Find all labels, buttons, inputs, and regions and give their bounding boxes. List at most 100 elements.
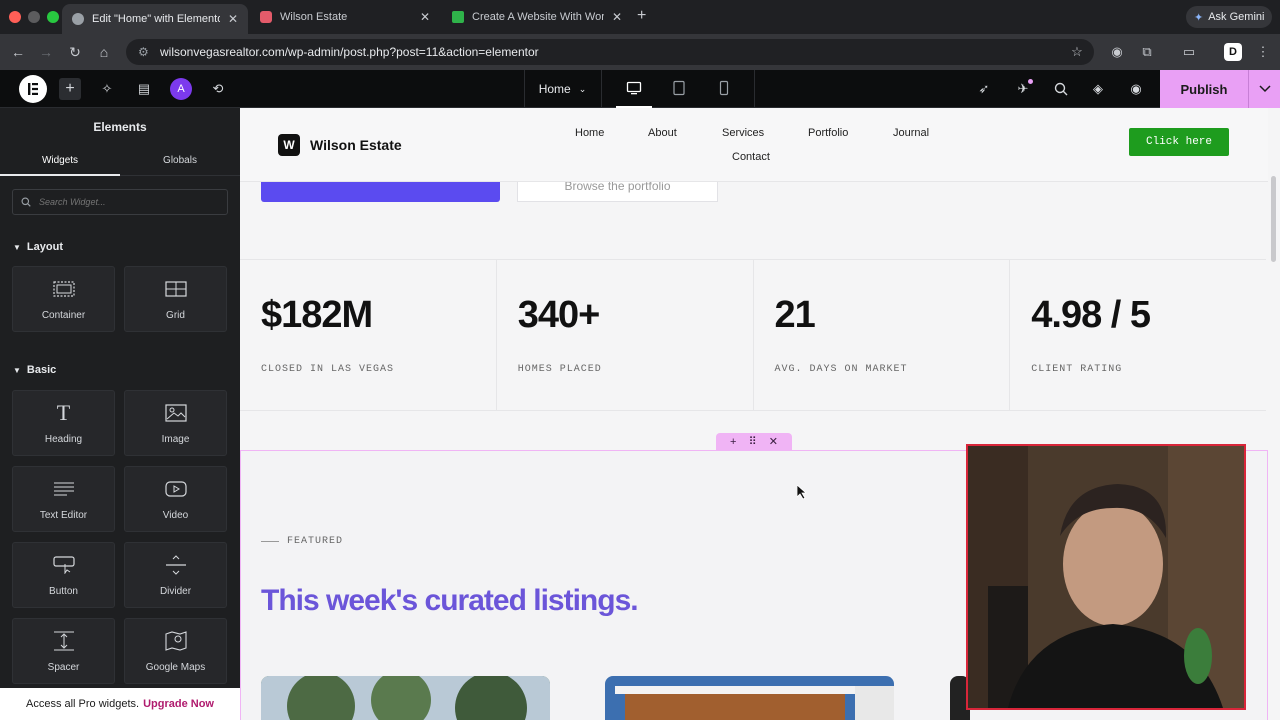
- tab-globals[interactable]: Globals: [120, 146, 240, 176]
- maximize-window-button[interactable]: [47, 11, 59, 23]
- widget-heading[interactable]: T Heading: [12, 390, 115, 456]
- widget-container[interactable]: Container: [12, 266, 115, 332]
- tab-widgets[interactable]: Widgets: [0, 146, 120, 176]
- close-tab-icon[interactable]: ✕: [420, 10, 430, 24]
- site-info-icon[interactable]: ⚙: [138, 45, 150, 59]
- stat-homes[interactable]: 340+ HOMES PLACED: [497, 260, 754, 410]
- tab-edit-home[interactable]: Edit "Home" with Elementor ✕: [62, 4, 248, 34]
- stat-days[interactable]: 21 AVG. DAYS ON MARKET: [754, 260, 1011, 410]
- close-window-button[interactable]: [9, 11, 21, 23]
- stat-value: 21: [774, 294, 816, 336]
- layers-icon[interactable]: ◈: [1087, 78, 1109, 100]
- stat-label: CLIENT RATING: [1031, 364, 1123, 375]
- google-maps-icon: [164, 630, 187, 652]
- preview-eye-icon[interactable]: ◉: [1125, 78, 1147, 100]
- chevron-down-icon: ⌄: [578, 83, 587, 94]
- panel-title: Elements: [93, 120, 147, 134]
- upgrade-now-link[interactable]: Upgrade Now: [143, 698, 214, 710]
- widget-label: Container: [41, 309, 86, 321]
- site-name[interactable]: Wilson Estate: [310, 137, 402, 153]
- widget-spacer[interactable]: Spacer: [12, 618, 115, 684]
- category-basic[interactable]: ▼ Basic: [13, 364, 56, 376]
- stat-closed[interactable]: $182M CLOSED IN LAS VEGAS: [240, 260, 497, 410]
- widget-grid[interactable]: Grid: [124, 266, 227, 332]
- featured-headline[interactable]: This week's curated listings.: [261, 584, 639, 618]
- launch-rocket-icon[interactable]: ➶: [973, 78, 995, 100]
- nav-journal[interactable]: Journal: [893, 127, 929, 139]
- eyebrow-text: FEATURED: [287, 536, 344, 547]
- notifications-rocket-icon[interactable]: ✈: [1012, 78, 1034, 100]
- structure-pages-icon[interactable]: ▤: [133, 78, 155, 100]
- site-header[interactable]: W Wilson Estate Home About Services Port…: [240, 108, 1268, 182]
- tablet-icon[interactable]: [671, 80, 687, 96]
- hero-primary-button[interactable]: [261, 182, 500, 202]
- canvas-scrollbar[interactable]: [1271, 176, 1276, 262]
- nav-portfolio[interactable]: Portfolio: [808, 127, 848, 139]
- extensions-puzzle-icon[interactable]: ⧉: [1138, 43, 1156, 61]
- forward-arrow-icon[interactable]: →: [36, 42, 56, 62]
- mobile-icon[interactable]: [716, 80, 732, 96]
- hero-secondary-button[interactable]: Browse the portfolio: [517, 182, 718, 202]
- add-element-icon[interactable]: +: [59, 78, 81, 100]
- widget-image[interactable]: Image: [124, 390, 227, 456]
- widget-text-editor[interactable]: Text Editor: [12, 466, 115, 532]
- category-label: Basic: [26, 364, 57, 376]
- widget-video[interactable]: Video: [124, 466, 227, 532]
- close-tab-icon[interactable]: ✕: [228, 12, 238, 26]
- widget-divider[interactable]: Divider: [124, 542, 227, 608]
- new-tab-icon[interactable]: +: [637, 7, 646, 25]
- stat-rating[interactable]: 4.98 / 5 CLIENT RATING: [1010, 260, 1266, 410]
- webcam-overlay: [966, 444, 1246, 710]
- listing-card-1[interactable]: [261, 676, 550, 720]
- publish-options-chevron-icon[interactable]: [1248, 70, 1280, 108]
- search-icon[interactable]: [1050, 78, 1072, 100]
- tab-wilson-estate[interactable]: Wilson Estate ✕: [250, 4, 440, 30]
- category-layout[interactable]: ▼ Layout: [13, 241, 63, 253]
- back-arrow-icon[interactable]: ←: [8, 42, 28, 62]
- listing-card-2[interactable]: [605, 676, 894, 720]
- widget-label: Heading: [44, 433, 83, 445]
- close-tab-icon[interactable]: ✕: [612, 10, 622, 24]
- more-menu-icon[interactable]: ⋮: [1254, 43, 1272, 61]
- site-settings-icon[interactable]: ✧: [96, 78, 118, 100]
- button-icon: [52, 554, 75, 576]
- page-selector[interactable]: Home ⌄: [524, 70, 600, 108]
- caret-down-icon: ▼: [13, 242, 21, 252]
- delete-section-icon[interactable]: ✕: [769, 435, 778, 448]
- add-section-icon[interactable]: +: [730, 436, 736, 448]
- upgrade-pro-banner: Access all Pro widgets. Upgrade Now: [0, 688, 240, 720]
- nav-services[interactable]: Services: [722, 127, 764, 139]
- widget-label: Text Editor: [39, 509, 88, 521]
- history-icon[interactable]: ⟲: [207, 78, 229, 100]
- minimize-window-button[interactable]: [28, 11, 40, 23]
- search-input[interactable]: [39, 197, 219, 207]
- profile-avatar[interactable]: D: [1224, 43, 1242, 61]
- widget-search[interactable]: [12, 189, 228, 215]
- address-bar[interactable]: ⚙ wilsonvegasrealtor.com/wp-admin/post.p…: [126, 39, 1094, 65]
- nav-contact[interactable]: Contact: [732, 151, 770, 163]
- side-panel-icon[interactable]: ▭: [1180, 43, 1198, 61]
- bookmark-star-icon[interactable]: ☆: [1068, 43, 1086, 61]
- section-handle[interactable]: + ⠿ ✕: [716, 433, 792, 450]
- home-icon[interactable]: ⌂: [94, 42, 114, 62]
- elementor-top-bar: + ✧ ▤ A ⟲ Home ⌄ ➶ ✈ ◈ ◉ Publish: [0, 70, 1280, 108]
- site-logo-icon[interactable]: W: [278, 134, 300, 156]
- camera-extension-icon[interactable]: ◉: [1108, 43, 1126, 61]
- tab-create-website[interactable]: Create A Website With WordPress ✕: [442, 4, 632, 30]
- elementor-logo-icon[interactable]: [19, 75, 47, 103]
- widget-google-maps[interactable]: Google Maps: [124, 618, 227, 684]
- ask-gemini-button[interactable]: ✦ Ask Gemini: [1186, 6, 1273, 28]
- reload-icon[interactable]: ↻: [65, 42, 85, 62]
- widget-label: Divider: [159, 585, 192, 597]
- url-text: wilsonvegasrealtor.com/wp-admin/post.php…: [160, 45, 539, 59]
- nav-home[interactable]: Home: [575, 127, 604, 139]
- nav-about[interactable]: About: [648, 127, 677, 139]
- widget-button[interactable]: Button: [12, 542, 115, 608]
- caret-down-icon: ▼: [13, 365, 21, 375]
- desktop-icon[interactable]: [616, 80, 652, 108]
- drag-handle-icon[interactable]: ⠿: [749, 435, 757, 448]
- gemini-sparkle-icon: ✦: [1194, 11, 1204, 24]
- ai-assistant-icon[interactable]: A: [170, 78, 192, 100]
- header-cta-button[interactable]: Click here: [1129, 128, 1229, 156]
- publish-button[interactable]: Publish: [1160, 70, 1248, 108]
